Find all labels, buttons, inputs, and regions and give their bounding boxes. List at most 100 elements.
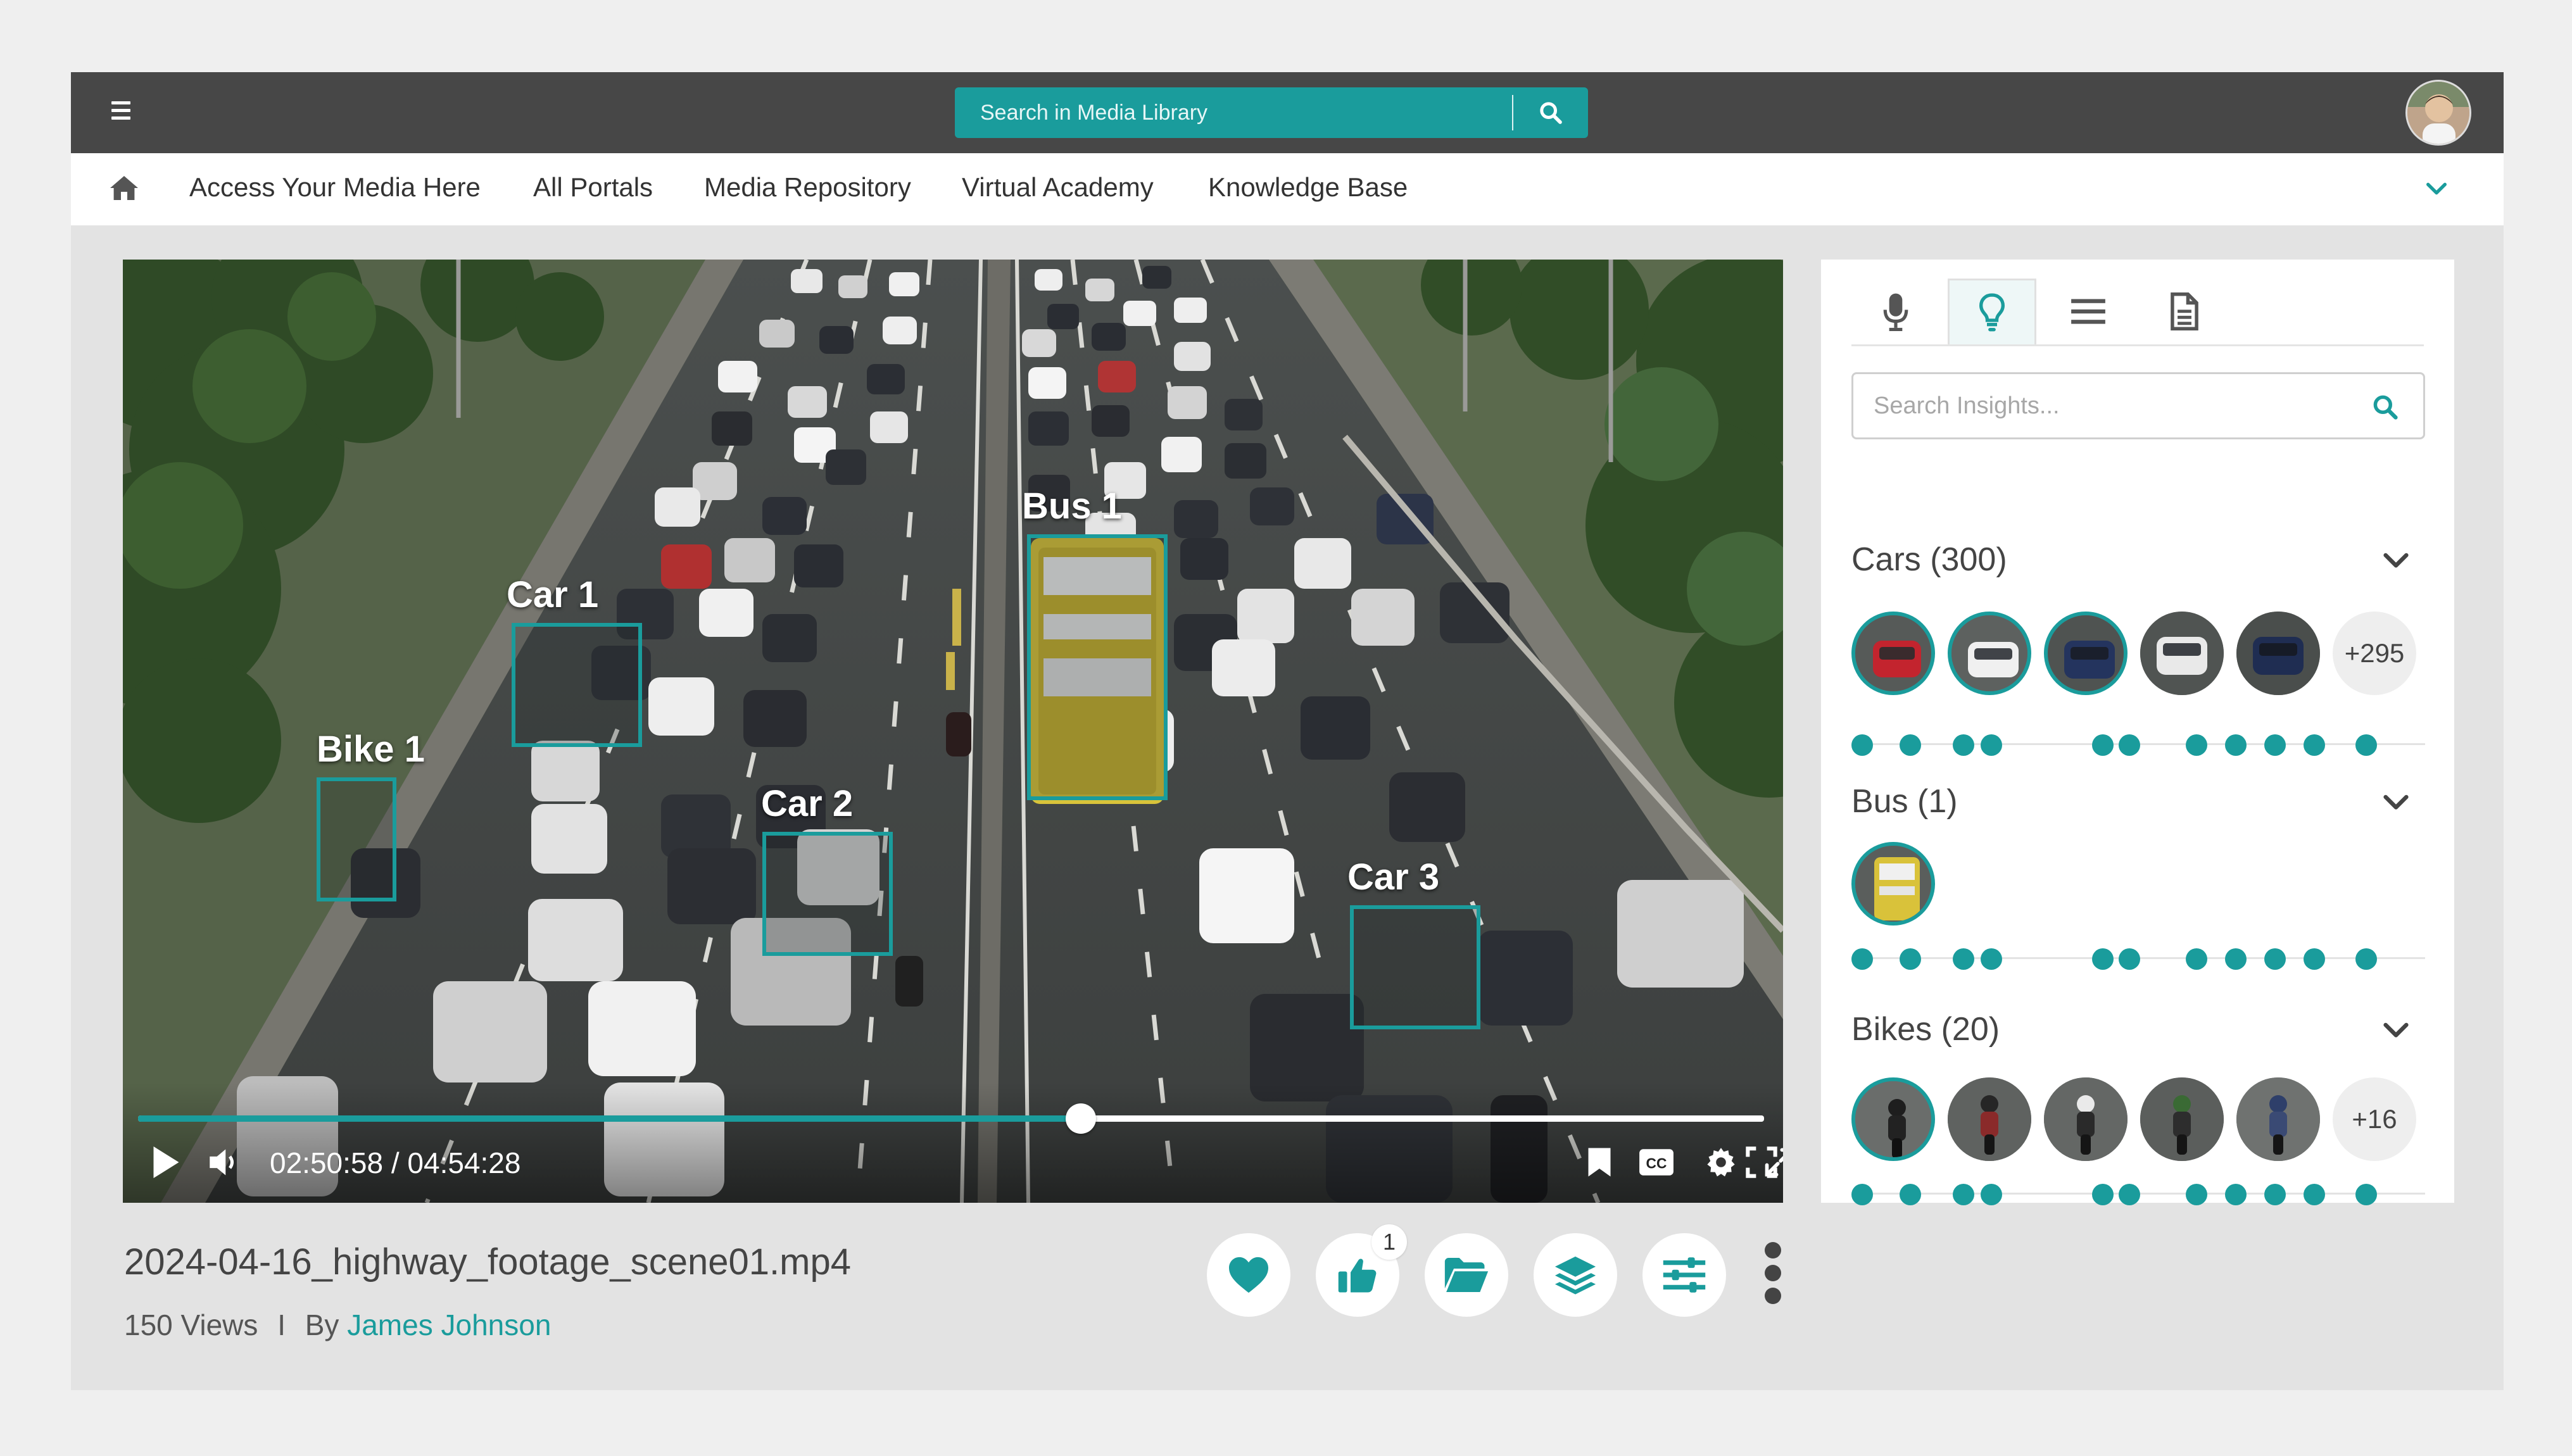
tab-insights[interactable] [1948,279,2036,344]
timeline-marker[interactable] [1981,1184,2002,1205]
detection-box-bus-1[interactable] [1027,534,1168,800]
timeline-marker[interactable] [1953,734,1974,756]
timeline-marker[interactable] [1900,948,1921,970]
group-title-bikes: Bikes (20) [1851,1011,2000,1048]
timeline-marker[interactable] [2119,734,2140,756]
media-search-input[interactable] [955,87,1512,138]
timeline-marker[interactable] [1900,1184,1921,1205]
timeline-marker[interactable] [2355,1184,2377,1205]
detection-label-car-1: Car 1 [507,574,599,615]
chevron-down-icon[interactable] [2378,784,2414,819]
fullscreen-icon[interactable] [1743,1143,1781,1181]
timeline-marker[interactable] [2186,948,2207,970]
car-thumbnail[interactable] [2044,612,2128,695]
timeline-marker[interactable] [2264,734,2286,756]
car-thumbnail[interactable] [1851,612,1935,695]
favorite-button[interactable] [1207,1233,1290,1317]
detection-box-car-2[interactable] [762,832,893,956]
controls-overlay [123,1083,1783,1203]
nav-all-portals[interactable]: All Portals [533,172,653,203]
bookmark-icon[interactable] [1580,1143,1618,1181]
more-cars-button[interactable]: +295 [2333,612,2416,695]
nav-media-repository[interactable]: Media Repository [704,172,911,203]
detection-box-car-3[interactable] [1350,905,1480,1029]
timeline-marker[interactable] [2225,734,2247,756]
detection-box-car-1[interactable] [512,623,642,747]
timeline-marker[interactable] [2264,948,2286,970]
tab-transcript[interactable] [1851,279,1940,344]
timeline-marker[interactable] [2304,948,2325,970]
timeline-marker[interactable] [1851,948,1873,970]
bike-thumbnail[interactable] [2044,1077,2128,1161]
timeline-marker[interactable] [2225,948,2247,970]
timeline-marker[interactable] [1953,1184,1974,1205]
insights-panel: Cars (300) +295 [1821,260,2454,1205]
video-player[interactable]: Car 1 Car 2 Car 3 Bus 1 Bike 1 02:50:58 … [123,260,1783,1203]
bike-thumbnail[interactable] [2140,1077,2224,1161]
chevron-down-icon[interactable] [2378,542,2414,577]
timeline-marker[interactable] [2186,1184,2207,1205]
timeline-marker[interactable] [1900,734,1921,756]
nav-knowledge-base[interactable]: Knowledge Base [1208,172,1408,203]
car-thumbnail[interactable] [2140,612,2224,695]
play-icon[interactable] [146,1143,184,1181]
like-button[interactable]: 1 [1316,1224,1407,1317]
bus-timeline [1851,946,2425,971]
hamburger-icon[interactable] [111,101,130,124]
detection-box-bike-1[interactable] [317,777,396,901]
timeline-marker[interactable] [1851,1184,1873,1205]
timeline-marker[interactable] [2092,1184,2114,1205]
tab-chapters[interactable] [2044,279,2133,344]
timeline-marker[interactable] [2119,948,2140,970]
time-display: 02:50:58 / 04:54:28 [270,1146,521,1179]
timeline-marker[interactable] [2355,734,2377,756]
bike-thumbnail[interactable] [2236,1077,2320,1161]
timeline-marker[interactable] [1953,948,1974,970]
timeline-marker[interactable] [2119,1184,2140,1205]
microphone-icon [1883,293,1908,331]
nav-virtual-academy[interactable]: Virtual Academy [962,172,1154,203]
adjust-settings-button[interactable] [1642,1233,1726,1317]
add-to-collection-button[interactable] [1534,1233,1617,1317]
timeline-marker[interactable] [1981,734,2002,756]
timeline-marker[interactable] [2304,734,2325,756]
insights-search-input[interactable] [1853,374,2335,437]
nav-bar: Access Your Media Here All Portals Media… [71,153,2504,225]
search-button[interactable] [1513,87,1588,138]
by-label: By [305,1309,339,1341]
search-icon[interactable] [2371,393,2399,421]
timeline-marker[interactable] [2225,1184,2247,1205]
more-bikes-button[interactable]: +16 [2333,1077,2416,1161]
seek-bar[interactable] [138,1103,1764,1134]
list-icon [2071,299,2105,324]
timeline-marker[interactable] [2355,948,2377,970]
volume-icon[interactable] [205,1143,243,1181]
bike-thumbnail[interactable] [1851,1077,1935,1161]
car-thumbnail[interactable] [2236,612,2320,695]
timeline-marker[interactable] [2304,1184,2325,1205]
kebab-menu-icon[interactable] [1760,1242,1786,1305]
chevron-down-icon[interactable] [2424,176,2449,201]
car-thumbnail[interactable] [1948,612,2031,695]
author-link[interactable]: James Johnson [347,1309,551,1341]
detection-label-bus-1: Bus 1 [1022,486,1122,527]
timeline-marker[interactable] [2186,734,2207,756]
timeline-marker[interactable] [2092,948,2114,970]
chevron-down-icon[interactable] [2378,1012,2414,1047]
timeline-marker[interactable] [1981,948,2002,970]
timeline-marker[interactable] [2264,1184,2286,1205]
cc-icon[interactable]: CC [1637,1143,1675,1181]
tab-documents[interactable] [2140,279,2229,344]
media-meta: 150 Views I By James Johnson [124,1308,551,1342]
nav-access-your-media[interactable]: Access Your Media Here [189,172,481,203]
heart-icon [1229,1257,1268,1293]
timeline-marker[interactable] [1851,734,1873,756]
timeline-marker[interactable] [2092,734,2114,756]
bus-thumbnail[interactable] [1851,842,1935,926]
thumbs-up-icon [1338,1258,1377,1293]
bike-thumbnail[interactable] [1948,1077,2031,1161]
insights-search [1851,372,2425,439]
user-avatar[interactable] [2405,80,2471,146]
add-to-folder-button[interactable] [1425,1233,1508,1317]
home-icon[interactable] [109,173,139,201]
